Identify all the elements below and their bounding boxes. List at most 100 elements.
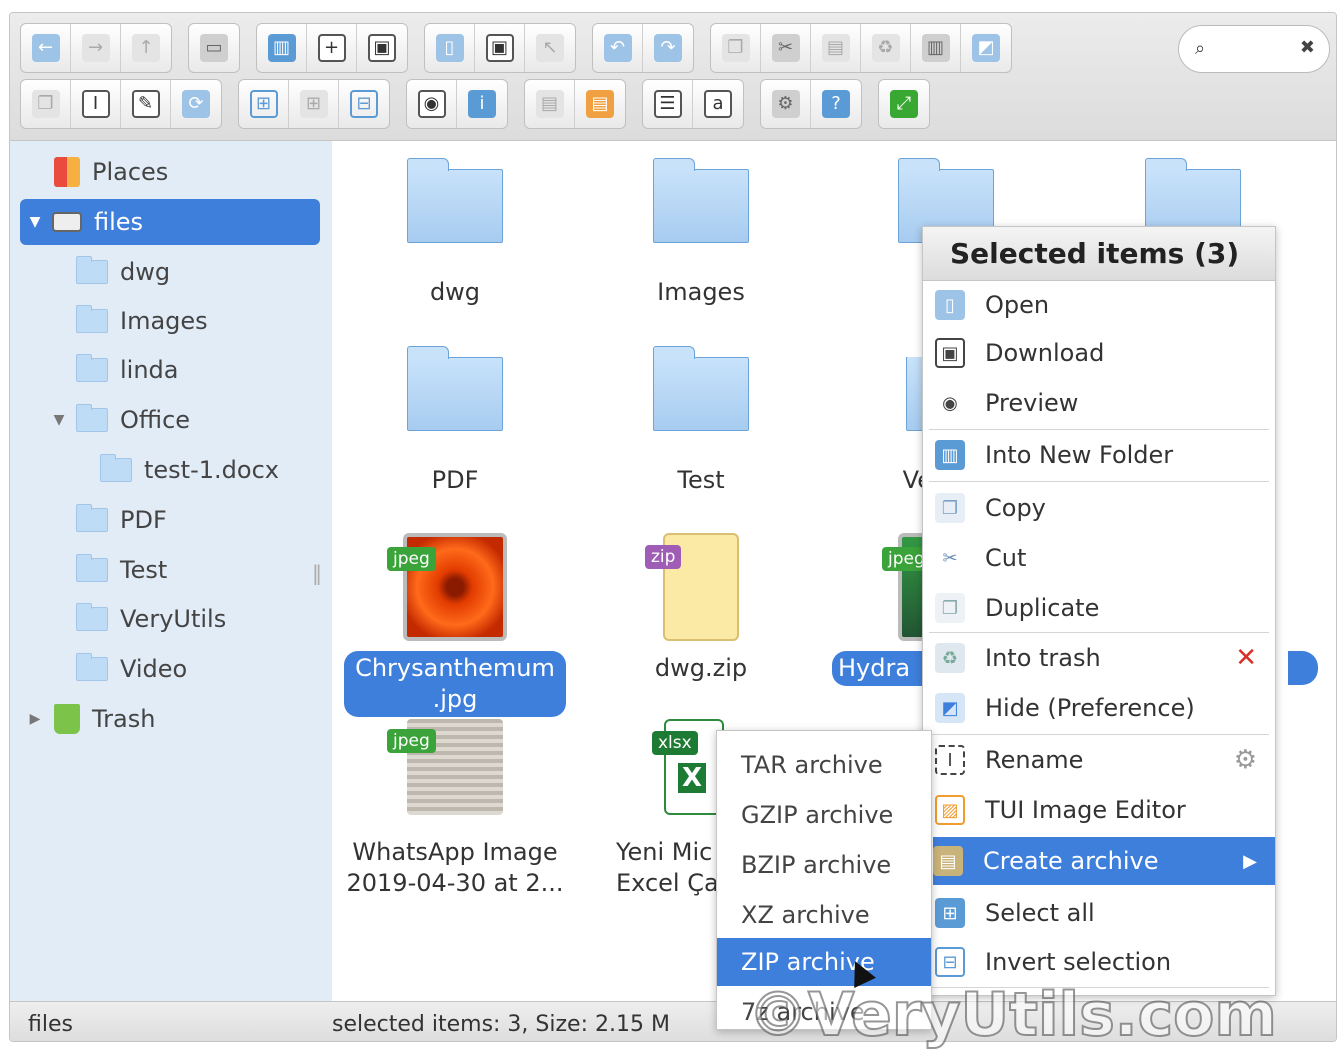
info-button[interactable]: i xyxy=(457,80,507,128)
tree-places[interactable]: Places xyxy=(54,149,168,195)
menu-item-select-all[interactable]: ⊞ Select all xyxy=(935,889,1275,937)
tree-item[interactable]: dwg xyxy=(76,249,170,295)
submenu-item-bzip[interactable]: BZIP archive xyxy=(717,841,931,889)
preferences-button[interactable]: ⚙ xyxy=(761,80,811,128)
submenu-item-tar[interactable]: TAR archive xyxy=(717,741,931,789)
file-item[interactable]: jpeg WhatsApp Image 2019-04-30 at 2... xyxy=(340,719,570,899)
search-input[interactable] xyxy=(1223,36,1299,62)
edit-button[interactable]: ✎ xyxy=(121,80,171,128)
copy-button[interactable]: ❐ xyxy=(711,24,761,72)
submenu-item-xz[interactable]: XZ archive xyxy=(717,891,931,939)
context-menu: Selected items (3) ▯ Open ▣ Download ◉ Prev… xyxy=(922,226,1276,996)
close-icon[interactable]: ✖ xyxy=(1300,37,1315,58)
menu-item-rename[interactable]: I Rename ⚙ xyxy=(935,736,1275,784)
new-file-button[interactable]: + xyxy=(307,24,357,72)
file-item[interactable]: xlsx X Yeni Mic Excel Ça xyxy=(586,719,726,899)
menu-item-tui-image-editor[interactable]: ▨ TUI Image Editor xyxy=(935,786,1275,834)
resize-handle[interactable]: ‖ xyxy=(312,561,322,585)
eye-icon: ◉ xyxy=(417,90,446,118)
file-item[interactable]: jpeg Hydra xyxy=(832,533,932,686)
folder-item[interactable]: PDF xyxy=(340,346,570,496)
open-button[interactable]: ▯ xyxy=(425,24,475,72)
cut-button[interactable]: ✂ xyxy=(761,24,811,72)
tree-item[interactable]: Test xyxy=(76,547,167,593)
gear-icon: ⚙ xyxy=(771,90,800,118)
select-all-button[interactable]: ⊞ xyxy=(239,80,289,128)
expand-arrow-icon[interactable]: ▶ xyxy=(28,711,42,727)
submenu-item-gzip[interactable]: GZIP archive xyxy=(717,791,931,839)
places-icon xyxy=(54,157,80,187)
archive-button[interactable]: ▤ xyxy=(575,80,625,128)
image-thumbnail: jpeg xyxy=(387,719,503,815)
folder-item[interactable]: dwg xyxy=(340,158,570,308)
file-item[interactable]: zip dwg.zip xyxy=(586,533,816,684)
resize-button[interactable]: ⟳ xyxy=(171,80,221,128)
upload-button[interactable]: ▥ xyxy=(257,24,307,72)
item-name: Images xyxy=(657,278,745,306)
menu-item-preview[interactable]: ◉ Preview xyxy=(935,379,1275,427)
tree-trash[interactable]: ▶ Trash xyxy=(28,696,155,742)
submenu-item-7z[interactable]: 7z archive xyxy=(717,988,931,1036)
invert-selection-button[interactable]: ⊟ xyxy=(339,80,389,128)
rename-button[interactable]: I xyxy=(71,80,121,128)
tree-label: Trash xyxy=(92,705,156,733)
sort-button[interactable]: a xyxy=(693,80,743,128)
folder-item[interactable]: Ve xyxy=(832,357,932,496)
zip-icon: zip xyxy=(645,533,739,641)
paste-button[interactable]: ▤ xyxy=(811,24,861,72)
forward-button[interactable]: → xyxy=(71,24,121,72)
undo-button[interactable]: ↶ xyxy=(593,24,643,72)
redo-button[interactable]: ↷ xyxy=(643,24,693,72)
copy-icon: ❐ xyxy=(935,493,965,523)
folder-item[interactable]: Test xyxy=(586,346,816,496)
scissors-icon: ✂ xyxy=(942,547,958,569)
select-none-icon: ⊞ xyxy=(299,90,328,118)
copy-icon: ❐ xyxy=(721,34,750,62)
fullscreen-button[interactable]: ⤢ xyxy=(879,80,929,128)
list-view-button[interactable]: ☰ xyxy=(643,80,693,128)
tree-item[interactable]: PDF xyxy=(76,497,167,543)
empty-button[interactable]: ▥ xyxy=(911,24,961,72)
type-badge: jpeg xyxy=(387,547,436,571)
expand-arrow-icon[interactable]: ▼ xyxy=(28,214,42,230)
help-button[interactable]: ? xyxy=(811,80,861,128)
tree-item[interactable]: Images xyxy=(76,298,208,344)
quicklook-button[interactable]: ◉ xyxy=(407,80,457,128)
tree-item[interactable]: linda xyxy=(76,347,179,393)
gear-icon: ⚙ xyxy=(1233,745,1257,775)
tree-item[interactable]: ▼ Office xyxy=(52,397,190,443)
select-none-button[interactable]: ⊞ xyxy=(289,80,339,128)
menu-item-invert-selection[interactable]: ⊟ Invert selection xyxy=(935,938,1275,986)
hide-button[interactable]: ◩ xyxy=(961,24,1011,72)
tree-item[interactable]: Video xyxy=(76,646,187,692)
menu-item-into-trash[interactable]: ♻ Into trash ✕ xyxy=(935,634,1275,682)
folder-item[interactable]: Images xyxy=(586,158,816,308)
tree-files[interactable]: ▼ files xyxy=(20,199,320,245)
download-button[interactable]: ▣ xyxy=(357,24,407,72)
extract-button[interactable]: ▤ xyxy=(525,80,575,128)
menu-item-into-new-folder[interactable]: ▥ Into New Folder xyxy=(935,431,1275,479)
menu-item-hide[interactable]: ◩ Hide (Preference) xyxy=(935,684,1275,732)
menu-separator xyxy=(929,987,1269,988)
select-button[interactable]: ↖ xyxy=(525,24,575,72)
menu-item-copy[interactable]: ❐ Copy xyxy=(935,484,1275,532)
expand-arrow-icon[interactable]: ▼ xyxy=(52,412,66,428)
menu-item-duplicate[interactable]: ❐ Duplicate xyxy=(935,584,1275,632)
duplicate-button[interactable]: ❐ xyxy=(21,80,71,128)
trash-button[interactable]: ♻ xyxy=(861,24,911,72)
netmount-button[interactable]: ▭ xyxy=(189,24,239,72)
menu-item-create-archive[interactable]: ▤ Create archive ▶ xyxy=(933,837,1275,885)
menu-item-download[interactable]: ▣ Download xyxy=(935,329,1275,377)
file-item[interactable]: jpeg Chrysanthemum .jpg xyxy=(340,533,570,717)
item-name: Test xyxy=(677,466,725,494)
save-button[interactable]: ▣ xyxy=(475,24,525,72)
tree-item[interactable]: test-1.docx xyxy=(100,447,279,493)
help-icon: ? xyxy=(822,90,850,118)
back-button[interactable]: ← xyxy=(21,24,71,72)
menu-item-cut[interactable]: ✂ Cut xyxy=(935,534,1275,582)
image-editor-icon: ▨ xyxy=(935,795,965,825)
submenu-item-zip[interactable]: ZIP archive xyxy=(717,938,931,986)
menu-item-open[interactable]: ▯ Open xyxy=(935,281,1275,329)
tree-item[interactable]: VeryUtils xyxy=(76,596,226,642)
up-button[interactable]: ↑ xyxy=(121,24,171,72)
